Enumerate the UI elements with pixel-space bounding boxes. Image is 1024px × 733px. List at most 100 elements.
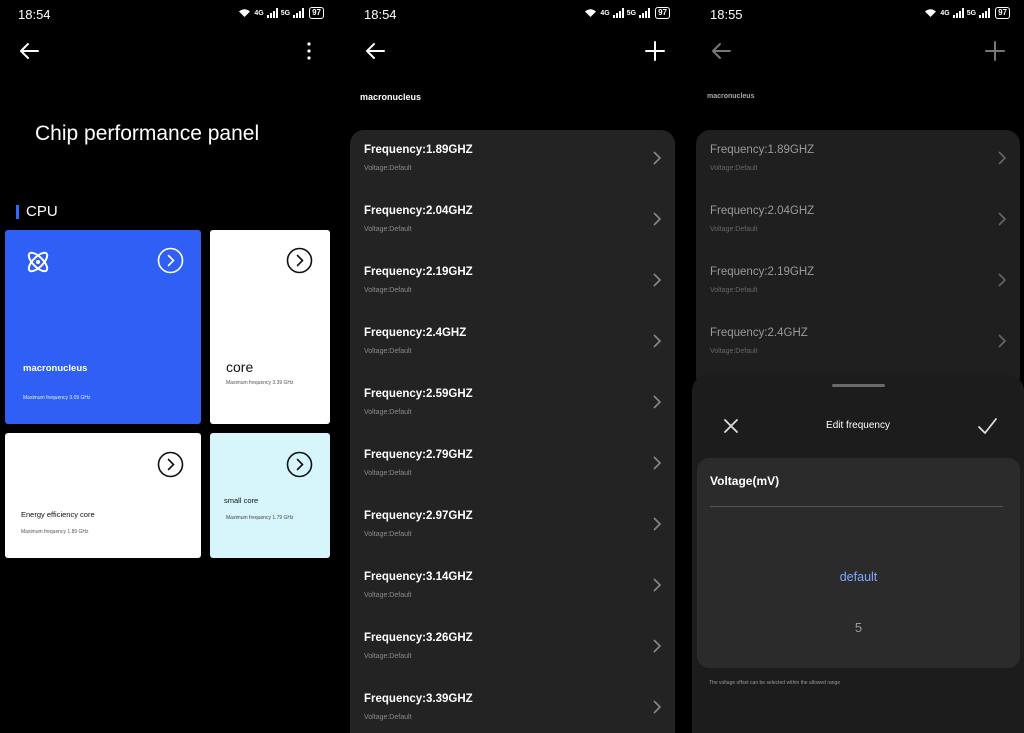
back-arrow-icon[interactable] [362, 38, 388, 64]
chevron-right-icon [998, 273, 1007, 287]
chevron-right-icon [653, 578, 662, 592]
frequency-label: Frequency:3.39GHZ [364, 693, 473, 705]
voltage-label: Voltage:Default [710, 287, 758, 294]
voltage-label: Voltage:Default [364, 592, 412, 599]
signal-icon [293, 8, 305, 18]
chevron-right-circle-icon[interactable] [157, 451, 184, 478]
signal-icon [979, 8, 991, 18]
section-title: CPU [26, 203, 58, 220]
frequency-label: Frequency:3.14GHZ [364, 571, 473, 583]
atom-icon [27, 251, 49, 273]
frequency-row[interactable]: Frequency:3.39GHZ Voltage:Default [350, 679, 675, 733]
voltage-label: Voltage:Default [710, 165, 758, 172]
signal-icon [639, 8, 651, 18]
more-options-icon[interactable] [296, 38, 322, 64]
check-icon[interactable] [976, 415, 998, 437]
network-4g-label: 4G [600, 9, 610, 17]
wifi-icon [585, 9, 597, 17]
frequency-label: Frequency:2.19GHZ [710, 266, 815, 278]
frequency-row[interactable]: Frequency:1.89GHZ Voltage:Default [350, 130, 675, 190]
voltage-label: Voltage:Default [364, 531, 412, 538]
picker-option-selected[interactable]: default [697, 570, 1020, 584]
add-icon[interactable] [982, 38, 1008, 64]
voltage-label: Voltage:Default [364, 714, 412, 721]
signal-icon [266, 8, 278, 18]
frequency-label: Frequency:2.19GHZ [364, 266, 473, 278]
signal-icon [612, 8, 624, 18]
card-name: core [226, 359, 254, 375]
battery-icon: 97 [655, 7, 670, 19]
frequency-row[interactable]: Frequency:2.4GHZ Voltage:Default [696, 313, 1020, 373]
status-time: 18:55 [710, 7, 743, 22]
chevron-right-icon [653, 395, 662, 409]
card-subtitle: Maximum frequency 1.79 GHz [226, 515, 294, 521]
chevron-right-icon [998, 212, 1007, 226]
status-bar: 18:54 4G 5G 97 [346, 4, 684, 24]
sheet-title: Edit frequency [826, 420, 890, 431]
frequency-label: Frequency:2.4GHZ [710, 327, 808, 339]
frequency-row[interactable]: Frequency:3.14GHZ Voltage:Default [350, 557, 675, 617]
signal-icon [952, 8, 964, 18]
frequency-label: Frequency:2.4GHZ [364, 327, 467, 339]
header-label: macronucleus [360, 92, 422, 102]
frequency-label: Frequency:2.04GHZ [364, 205, 473, 217]
header-label: macronucleus [707, 93, 755, 100]
chevron-right-icon [653, 151, 662, 165]
frequency-row[interactable]: Frequency:1.89GHZ Voltage:Default [696, 130, 1020, 190]
battery-icon: 97 [995, 7, 1010, 19]
network-4g-label: 4G [254, 9, 264, 17]
frequency-row[interactable]: Frequency:2.97GHZ Voltage:Default [350, 496, 675, 556]
sheet-drag-handle[interactable] [832, 384, 885, 387]
frequency-row[interactable]: Frequency:2.04GHZ Voltage:Default [350, 191, 675, 251]
frequency-row[interactable]: Frequency:2.04GHZ Voltage:Default [696, 191, 1020, 251]
wifi-icon [925, 9, 937, 17]
status-time: 18:54 [18, 7, 51, 22]
voltage-label: Voltage:Default [364, 226, 412, 233]
frequency-label: Frequency:1.89GHZ [364, 144, 473, 156]
frequency-label: Frequency:2.04GHZ [710, 205, 815, 217]
chevron-right-icon [653, 456, 662, 470]
section-header-cpu: CPU [16, 203, 58, 220]
voltage-label: Voltage:Default [364, 653, 412, 660]
voltage-label: Voltage:Default [364, 165, 412, 172]
network-4g-label: 4G [940, 9, 950, 17]
back-arrow-icon[interactable] [16, 38, 42, 64]
edit-frequency-sheet: Edit frequency Voltage(mV) default 5 The… [692, 375, 1024, 733]
frequency-list-screen: 18:54 4G 5G 97 macronucleus Frequency:1.… [346, 0, 684, 733]
chevron-right-icon [653, 212, 662, 226]
frequency-row[interactable]: Frequency:3.26GHZ Voltage:Default [350, 618, 675, 678]
card-name: small core [224, 496, 259, 505]
section-accent-bar [16, 204, 19, 219]
voltage-picker-card: Voltage(mV) default 5 [697, 458, 1020, 668]
card-core[interactable]: core Maximum frequency 3.39 GHz [210, 230, 330, 424]
chevron-right-circle-icon[interactable] [157, 247, 184, 274]
network-5g-label: 5G [280, 9, 291, 17]
add-icon[interactable] [642, 38, 668, 64]
frequency-list: Frequency:1.89GHZ Voltage:Default Frequen… [696, 130, 1020, 390]
back-arrow-icon[interactable] [708, 38, 734, 64]
card-energy-efficiency-core[interactable]: Energy efficiency core Maximum frequency… [5, 433, 201, 558]
frequency-row[interactable]: Frequency:2.59GHZ Voltage:Default [350, 374, 675, 434]
card-subtitle: Maximum frequency 3.39 GHz [226, 380, 294, 386]
frequency-row[interactable]: Frequency:2.4GHZ Voltage:Default [350, 313, 675, 373]
voltage-label: Voltage:Default [364, 409, 412, 416]
status-bar: 18:54 4G 5G 97 [0, 4, 338, 24]
battery-icon: 97 [309, 7, 324, 19]
frequency-row[interactable]: Frequency:2.19GHZ Voltage:Default [350, 252, 675, 312]
chevron-right-circle-icon[interactable] [286, 247, 313, 274]
chevron-right-circle-icon[interactable] [286, 451, 313, 478]
card-small-core[interactable]: small core Maximum frequency 1.79 GHz [210, 433, 330, 558]
card-subtitle: Maximum frequency 1.89 GHz [21, 529, 89, 535]
edit-frequency-screen: 18:55 4G 5G 97 macronucleus Frequency:1.… [692, 0, 1024, 733]
voltage-label: Voltage:Default [364, 348, 412, 355]
chip-performance-screen: 18:54 4G 5G 97 Chip performance panel CP… [0, 0, 338, 733]
picker-option[interactable]: 5 [697, 620, 1020, 635]
hint-text: The voltage offset can be selected withi… [709, 680, 841, 686]
frequency-row[interactable]: Frequency:2.19GHZ Voltage:Default [696, 252, 1020, 312]
chevron-right-icon [653, 334, 662, 348]
frequency-row[interactable]: Frequency:2.79GHZ Voltage:Default [350, 435, 675, 495]
status-bar: 18:55 4G 5G 97 [692, 4, 1024, 24]
card-macronucleus[interactable]: macronucleus Maximum frequency 3.09 GHz [5, 230, 201, 424]
voltage-label: Voltage:Default [710, 348, 758, 355]
card-name: Energy efficiency core [21, 510, 95, 519]
